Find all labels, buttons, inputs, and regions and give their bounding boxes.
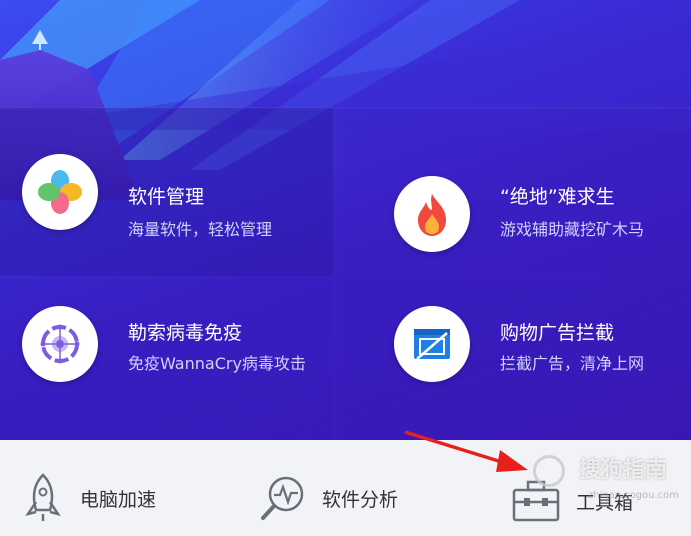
magnifier-pulse-icon <box>261 476 304 520</box>
hero-panel: 软件管理 海量软件，轻松管理 “绝地”难求生 游戏辅助藏挖矿木马 勒索病毒免疫 … <box>0 0 691 440</box>
crosshair-icon <box>22 306 98 382</box>
toolbar-item-software-analysis[interactable]: 软件分析 <box>258 472 398 524</box>
toolbar-label: 电脑加速 <box>80 488 157 511</box>
watermark-logo: 搜狗指南 <box>533 452 667 487</box>
watermark-url: zhinan.sogou.com <box>587 490 679 501</box>
flame-icon <box>394 176 470 252</box>
tile-shopping-ad-block[interactable]: 购物广告拦截 拦截广告，清净上网 <box>337 278 691 440</box>
toolbar-item-pc-speedup[interactable]: 电脑加速 <box>20 472 156 524</box>
tile-subtitle: 游戏辅助藏挖矿木马 <box>500 220 645 239</box>
blocked-ad-icon <box>394 306 470 382</box>
tile-software-management[interactable]: 软件管理 海量软件，轻松管理 <box>0 108 333 276</box>
tile-game-assist-warning[interactable]: “绝地”难求生 游戏辅助藏挖矿木马 <box>337 108 691 276</box>
tile-title: “绝地”难求生 <box>500 186 615 208</box>
tile-title: 勒索病毒免疫 <box>128 322 243 344</box>
rocket-icon <box>25 473 61 521</box>
tile-title: 软件管理 <box>128 186 205 208</box>
tile-subtitle: 免疫WannaCry病毒攻击 <box>128 354 306 373</box>
toolbar-label: 软件分析 <box>322 488 399 511</box>
clover-icon <box>22 154 98 230</box>
tile-title: 购物广告拦截 <box>500 322 615 344</box>
tile-subtitle: 拦截广告，清净上网 <box>500 354 645 373</box>
tile-subtitle: 海量软件，轻松管理 <box>128 220 273 239</box>
tile-ransomware-immunity[interactable]: 勒索病毒免疫 免疫WannaCry病毒攻击 <box>0 278 333 440</box>
